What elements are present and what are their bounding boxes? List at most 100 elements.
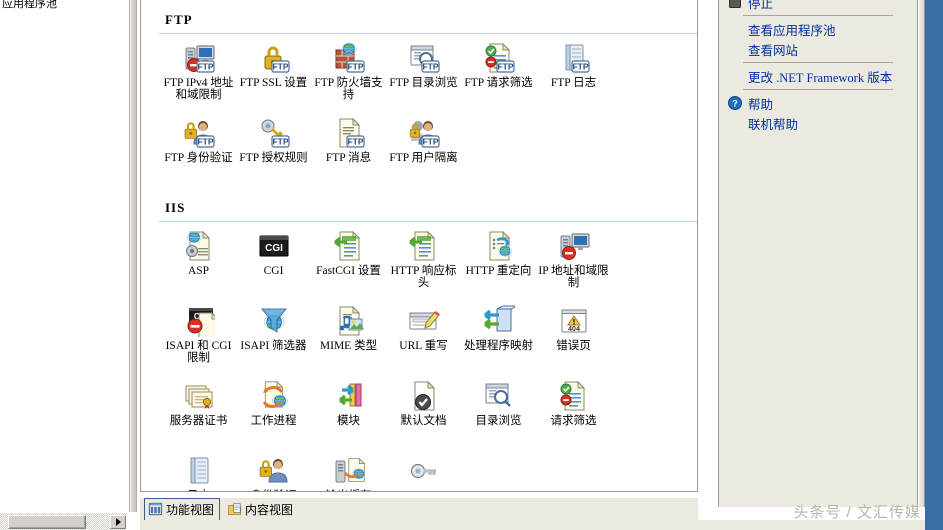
action-item[interactable]: ? 帮助: [725, 93, 899, 113]
feature-tile[interactable]: FTP FTP 消息: [311, 113, 386, 188]
svg-text:FTP: FTP: [347, 62, 363, 72]
logging-notebook-icon: [183, 455, 215, 487]
feature-tile-label: FastCGI 设置: [316, 265, 381, 277]
asp-document-globe-gear-icon: [183, 230, 215, 262]
feature-tile[interactable]: MIME 类型: [311, 301, 386, 376]
svg-text:FTP: FTP: [197, 62, 213, 72]
action-group-separator: [743, 15, 893, 16]
feature-tile-label: FTP 授权规则: [239, 152, 308, 164]
feature-tile[interactable]: 身份验证: [236, 451, 311, 491]
feature-tile-label: 服务器证书: [169, 415, 228, 427]
feature-tile[interactable]: 日志: [161, 451, 236, 491]
feature-tile[interactable]: IP 地址和域限制: [536, 226, 611, 301]
feature-tile-label: CGI: [263, 265, 284, 277]
feature-tile-label: 日志: [162, 490, 236, 491]
action-item[interactable]: 停止: [725, 0, 899, 12]
feature-tile[interactable]: 处理程序映射: [461, 301, 536, 376]
feature-tile-label: 默认文档: [400, 415, 447, 427]
feature-tile[interactable]: FTP FTP IPv4 地址和域限制: [161, 38, 236, 113]
feature-tile[interactable]: FTP FTP 防火墙支持: [311, 38, 386, 113]
server-monitor-deny-ftp-icon: FTP: [183, 42, 215, 74]
feature-tile[interactable]: 请求筛选: [536, 376, 611, 451]
feature-tile[interactable]: 默认文档: [386, 376, 461, 451]
feature-tile-label: HTTP 重定向: [465, 265, 532, 277]
feature-view-scroll-area: FTP FTP FTP IPv4 地址和域限制 FTP FTP SSL 设置 FTP FTP…: [141, 0, 697, 491]
feature-tile-label: ASP: [187, 265, 210, 277]
tree-hscroll-right-arrow-button[interactable]: [110, 515, 126, 529]
action-link[interactable]: 联机帮助: [748, 114, 798, 133]
document-filter-ftp-icon: FTP: [483, 42, 515, 74]
feature-tile[interactable]: FTP FTP 目录浏览: [386, 38, 461, 113]
feature-tile-label: 请求筛选: [550, 415, 597, 427]
feature-tile-label: IP 地址和域限制: [538, 265, 609, 289]
action-item[interactable]: 联机帮助: [725, 113, 899, 133]
feature-tile[interactable]: 工作进程: [236, 376, 311, 451]
request-filtering-icon: [558, 380, 590, 412]
feature-tile-label: FTP IPv4 地址和域限制: [163, 77, 234, 101]
vertical-splitter[interactable]: [129, 0, 137, 512]
feature-tile[interactable]: 服务器证书: [161, 376, 236, 451]
action-link[interactable]: 查看应用程序池: [748, 20, 836, 39]
feature-tile[interactable]: FTP FTP SSL 设置: [236, 38, 311, 113]
feature-tile[interactable]: FTP FTP 用户隔离: [386, 113, 461, 188]
action-group-separator: [743, 62, 893, 63]
features-view-icon: [148, 502, 163, 516]
feature-tile[interactable]: CGIISAPI 和 CGI 限制: [161, 301, 236, 376]
action-link[interactable]: 查看网站: [748, 40, 798, 59]
feature-tile[interactable]: 模块: [311, 376, 386, 451]
pane-gap-filler: [698, 0, 718, 530]
stop-square-icon: [727, 0, 743, 10]
view-tab-strip: 功能视图 内容视图: [140, 497, 698, 521]
url-rewrite-pencil-icon: [408, 305, 440, 337]
feature-tile[interactable]: FastCGI 设置: [311, 226, 386, 301]
desktop-background-strip: [925, 0, 943, 530]
action-link[interactable]: 停止: [748, 0, 773, 12]
feature-tile[interactable]: [386, 451, 461, 491]
svg-text:FTP: FTP: [572, 62, 588, 72]
worker-processes-icon: [258, 380, 290, 412]
fastcgi-document-arrow-icon: [333, 230, 365, 262]
action-item[interactable]: 查看网站: [725, 39, 899, 59]
action-item[interactable]: 查看应用程序池: [725, 19, 899, 39]
tab-content-view[interactable]: 内容视图: [224, 499, 298, 520]
feature-icon-grid: FTP FTP IPv4 地址和域限制 FTP FTP SSL 设置 FTP FTP 防火…: [151, 38, 681, 188]
mime-types-icon: [333, 305, 365, 337]
tree-view-pane[interactable]: 应用程序池: [0, 0, 126, 512]
feature-tile-label: FTP 目录浏览: [389, 77, 458, 89]
action-item[interactable]: 更改 .NET Framework 版本: [725, 66, 899, 86]
feature-tile-label: 处理程序映射: [464, 340, 533, 352]
svg-text:FTP: FTP: [197, 137, 213, 147]
tree-horizontal-scrollbar[interactable]: [0, 512, 126, 530]
funnel-globe-icon: [258, 305, 290, 337]
feature-tile[interactable]: CGI CGI: [236, 226, 311, 301]
padlock-ftp-icon: FTP: [258, 42, 290, 74]
action-link[interactable]: 更改 .NET Framework 版本: [748, 67, 892, 86]
svg-text:FTP: FTP: [347, 137, 363, 147]
cgi-console-deny-icon: CGI: [183, 305, 219, 342]
feature-tile[interactable]: FTP FTP 授权规则: [236, 113, 311, 188]
feature-tile[interactable]: FTP FTP 请求筛选: [461, 38, 536, 113]
feature-section: IIS ASP CGI CGI FastCGI 设置 HTTP 响应标头 HTTP 重定向 I…: [151, 200, 697, 491]
ssl-settings-key-icon: [408, 455, 440, 487]
feature-tile[interactable]: HTTP 重定向: [461, 226, 536, 301]
tree-hscroll-thumb[interactable]: [8, 515, 86, 529]
feature-tile-label: URL 重写: [399, 340, 448, 352]
handler-mappings-icon: [483, 305, 517, 337]
feature-tile-label: 工作进程: [250, 415, 297, 427]
feature-tile[interactable]: ASP: [161, 226, 236, 301]
feature-tile[interactable]: ISAPI 筛选器: [236, 301, 311, 376]
tab-features-view[interactable]: 功能视图: [144, 497, 221, 521]
feature-tile[interactable]: FTP FTP 身份验证: [161, 113, 236, 188]
feature-tile[interactable]: 输出缓存: [311, 451, 386, 491]
feature-view-pane: FTP FTP FTP IPv4 地址和域限制 FTP FTP SSL 设置 FTP FTP…: [140, 0, 698, 492]
user-padlock-ftp-icon: FTP: [183, 117, 215, 149]
feature-tile[interactable]: FTP FTP 日志: [536, 38, 611, 113]
feature-tile-label: FTP 防火墙支持: [314, 77, 383, 101]
feature-tile[interactable]: 目录浏览: [461, 376, 536, 451]
window-magnifier-ftp-icon: FTP: [408, 42, 440, 74]
feature-section: FTP FTP FTP IPv4 地址和域限制 FTP FTP SSL 设置 FTP FTP…: [151, 12, 697, 188]
action-link[interactable]: 帮助: [748, 94, 773, 113]
feature-tile[interactable]: HTTP 响应标头: [386, 226, 461, 301]
feature-tile[interactable]: 404 错误页: [536, 301, 611, 376]
feature-tile[interactable]: URL 重写: [386, 301, 461, 376]
